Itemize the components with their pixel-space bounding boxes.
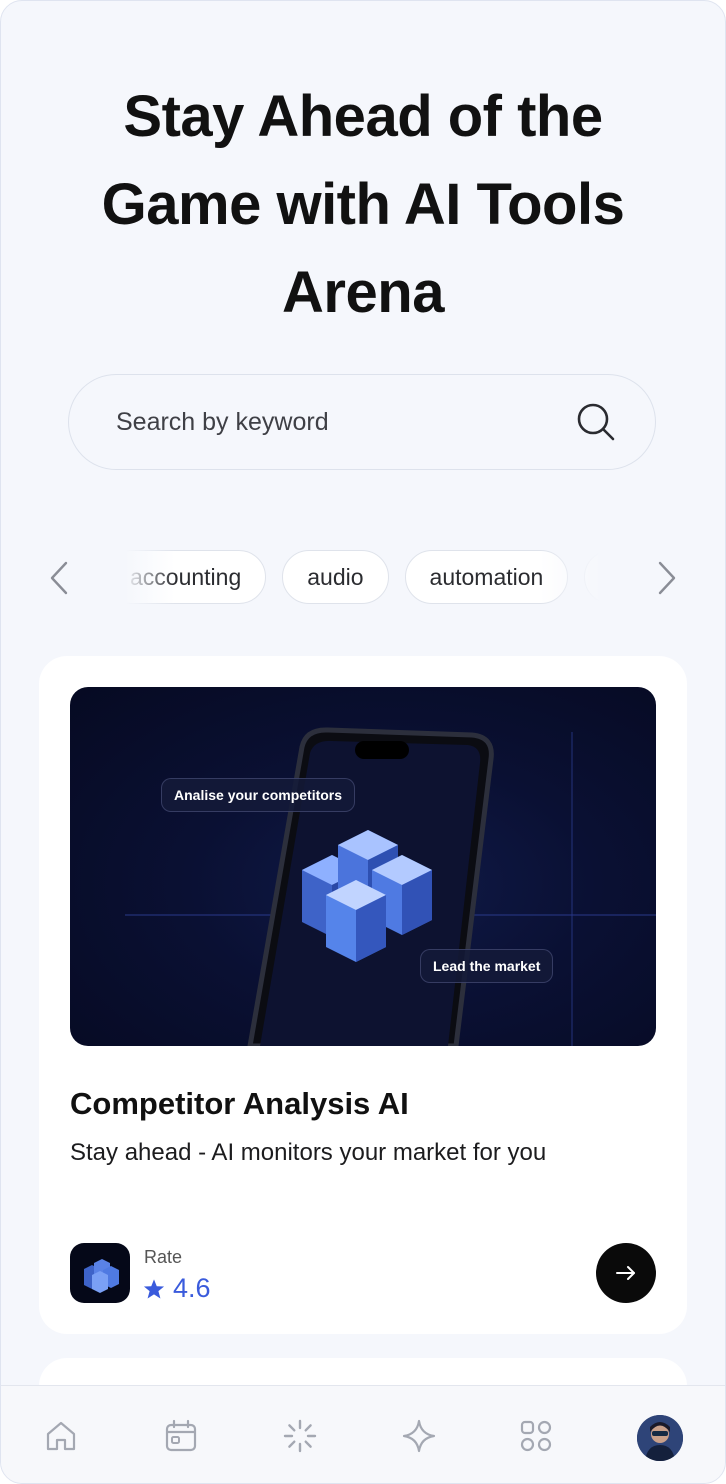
- tool-card[interactable]: Analise your competitors Lead the market…: [39, 656, 687, 1334]
- calendar-icon[interactable]: [163, 1418, 199, 1454]
- rating-label: Rate: [144, 1247, 183, 1267]
- search-input[interactable]: [114, 406, 575, 438]
- tool-description: Stay ahead - AI monitors your market for…: [70, 1139, 547, 1166]
- hero-illustration: [125, 727, 656, 1046]
- rating-value: 4.6: [173, 1273, 211, 1303]
- profile-avatar[interactable]: [637, 1415, 683, 1461]
- scroll-fade-left: [125, 550, 175, 608]
- loader-icon[interactable]: [282, 1418, 318, 1454]
- search-bar[interactable]: [68, 374, 656, 470]
- apps-icon[interactable]: [518, 1418, 554, 1454]
- app-screen: Stay Ahead of the Game with AI Tools Are…: [0, 0, 726, 1484]
- tool-title[interactable]: Competitor Analysis AI: [70, 1086, 409, 1122]
- category-scroller[interactable]: accounting audio automation c: [125, 550, 600, 608]
- hero-tag-lead: Lead the market: [420, 949, 554, 983]
- tool-hero-image: Analise your competitors Lead the market: [70, 687, 656, 1046]
- chevron-right-icon[interactable]: [652, 558, 682, 598]
- rating: 4.6: [143, 1273, 211, 1304]
- open-tool-button[interactable]: [596, 1243, 656, 1303]
- page-title: Stay Ahead of the Game with AI Tools Are…: [101, 84, 625, 325]
- star-icon: [143, 1278, 165, 1298]
- scroll-fade-right: [540, 550, 600, 608]
- bottom-nav: [1, 1385, 725, 1483]
- home-icon[interactable]: [43, 1418, 79, 1454]
- sparkle-icon[interactable]: [401, 1418, 437, 1454]
- chevron-left-icon[interactable]: [44, 558, 74, 598]
- arrow-right-icon: [616, 1266, 635, 1280]
- hero-tag-analyse: Analise your competitors: [161, 778, 356, 812]
- category-chip-audio[interactable]: audio: [282, 550, 389, 604]
- tool-logo: [70, 1243, 130, 1303]
- search-icon[interactable]: [575, 401, 617, 443]
